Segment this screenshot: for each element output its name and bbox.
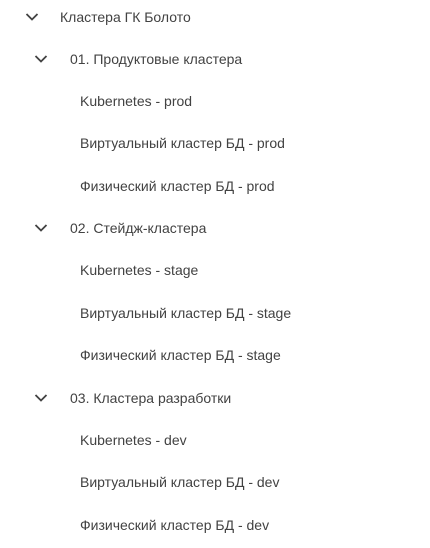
tree-leaf-label: Виртуальный кластер БД - stage: [80, 305, 292, 321]
cluster-tree: Кластера ГК Болото 01. Продуктовые класт…: [0, 0, 430, 548]
tree-leaf-label: Виртуальный кластер БД - prod: [80, 135, 285, 151]
chevron-down-icon[interactable]: [34, 222, 48, 234]
tree-leaf-label: Физический кластер БД - prod: [80, 178, 275, 194]
chevron-down-icon[interactable]: [34, 53, 48, 65]
tree-group-label: 02. Стейдж-кластера: [70, 220, 207, 236]
tree-leaf-label: Kubernetes - stage: [80, 262, 199, 278]
tree-group-label: 03. Кластера разработки: [70, 390, 232, 406]
tree-group-label: 01. Продуктовые кластера: [70, 51, 243, 67]
chevron-down-icon[interactable]: [34, 392, 48, 404]
tree-leaf-label: Физический кластер БД - dev: [80, 517, 270, 533]
tree-leaf-label: Kubernetes - dev: [80, 432, 187, 448]
chevron-down-icon[interactable]: [25, 11, 39, 23]
tree-leaf-label: Виртуальный кластер БД - dev: [80, 474, 280, 490]
tree-root-label: Кластера ГК Болото: [60, 9, 191, 25]
tree-leaf-label: Kubernetes - prod: [80, 93, 193, 109]
tree-leaf-label: Физический кластер БД - stage: [80, 347, 281, 363]
